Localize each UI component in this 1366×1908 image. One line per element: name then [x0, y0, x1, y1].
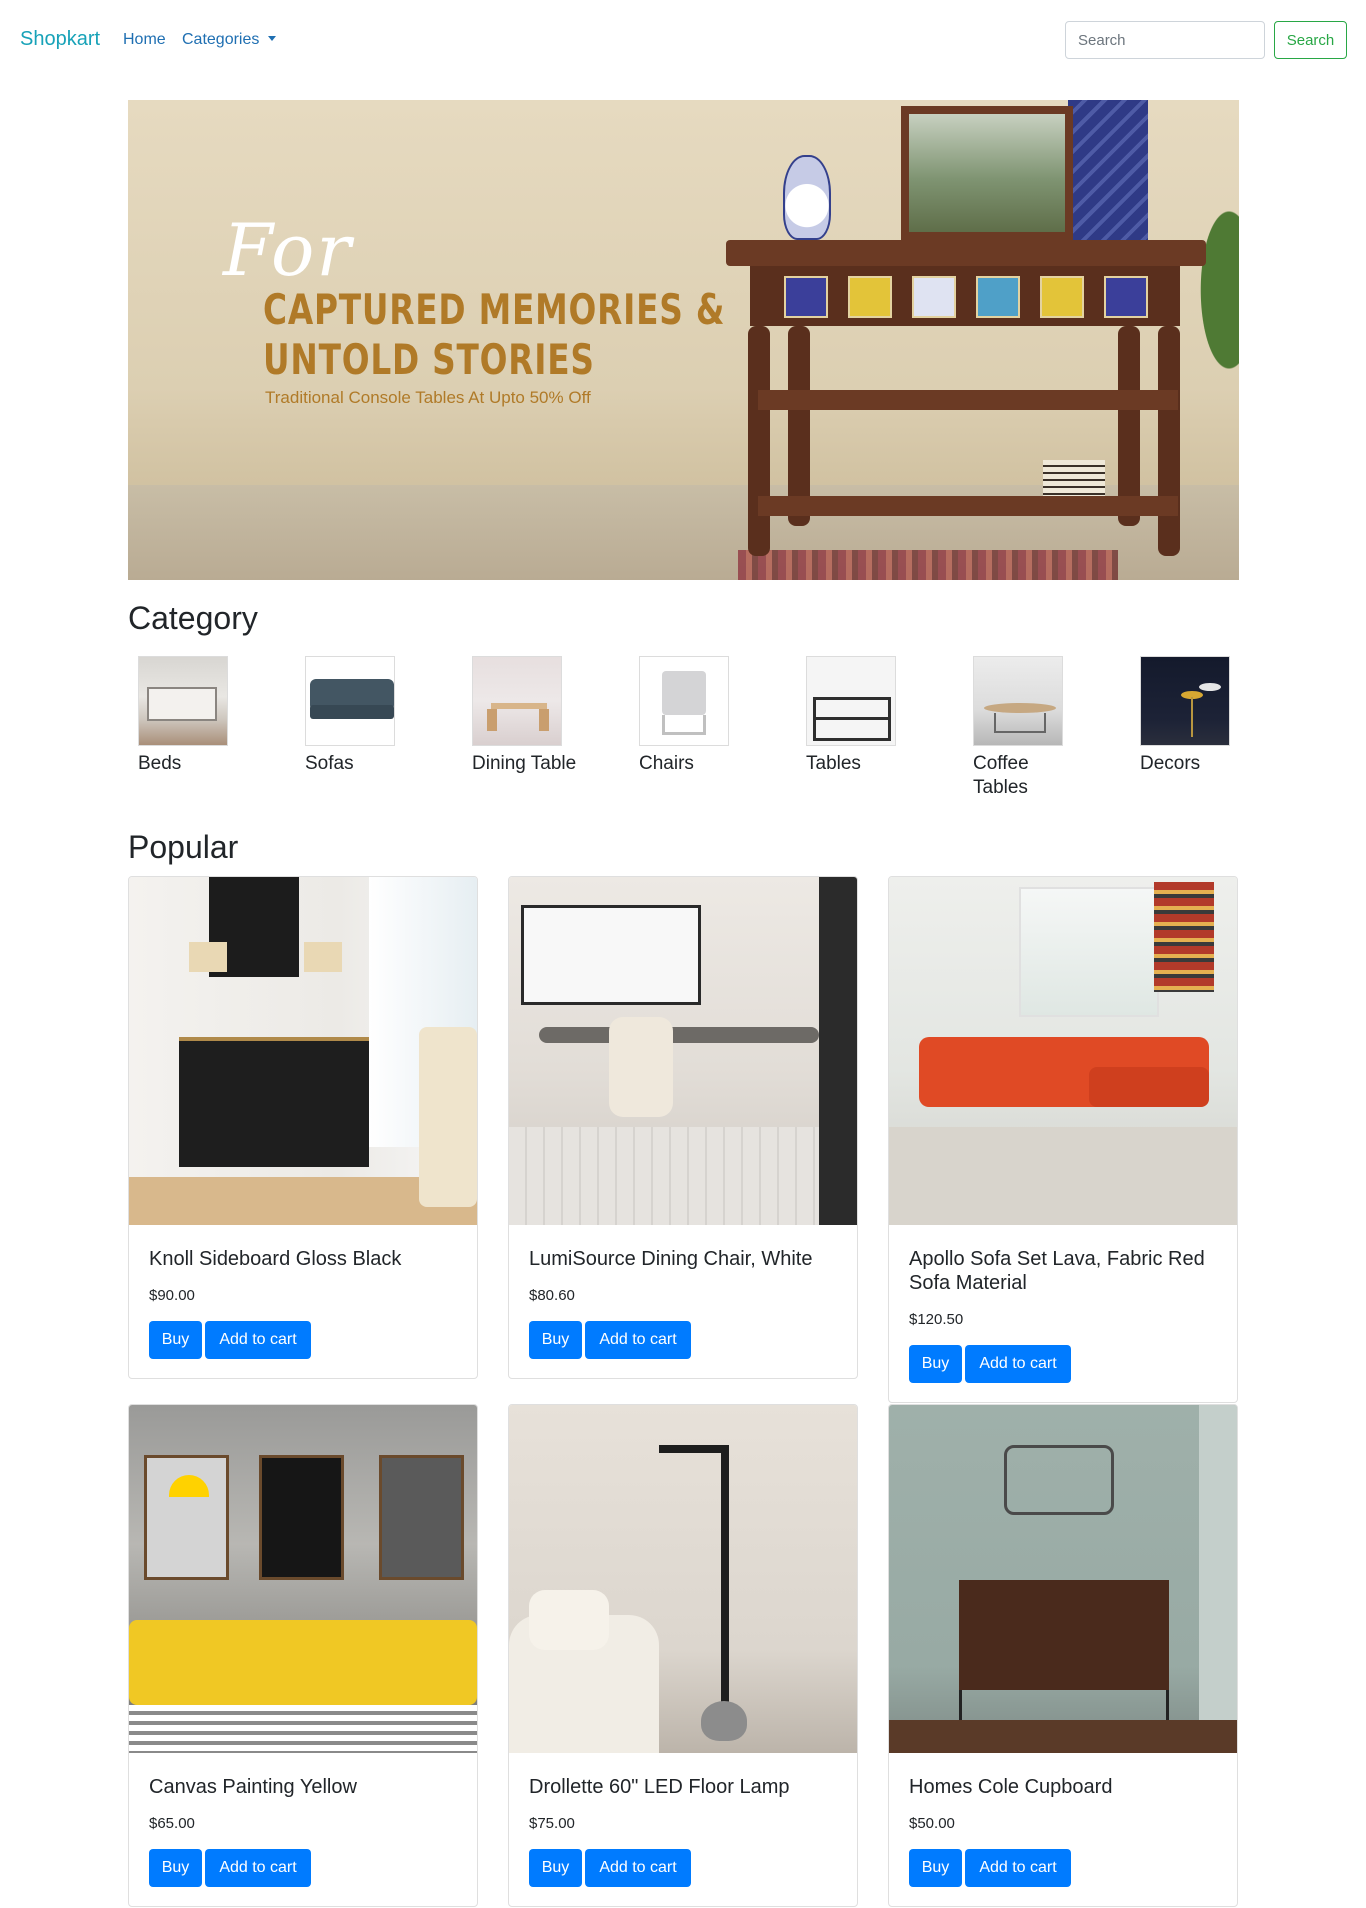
- category-item-chairs[interactable]: Chairs: [629, 656, 779, 776]
- banner-table-leg: [748, 326, 770, 556]
- category-label[interactable]: Decors: [1140, 752, 1250, 776]
- category-item-coffee-tables[interactable]: Coffee Tables: [963, 656, 1113, 800]
- navbar: Shopkart Home Categories Search: [0, 0, 1366, 80]
- nav-categories-label: Categories: [182, 31, 260, 48]
- banner-picture: [909, 114, 1065, 232]
- search-button[interactable]: Search: [1274, 21, 1347, 59]
- buy-button[interactable]: Buy: [909, 1849, 962, 1887]
- search-input[interactable]: [1065, 21, 1265, 59]
- category-label[interactable]: Coffee Tables: [973, 752, 1083, 800]
- category-image-dining-table[interactable]: [472, 656, 562, 746]
- banner-tile: [912, 276, 956, 318]
- banner-table-shelf: [758, 390, 1178, 410]
- product-title: Apollo Sofa Set Lava, Fabric Red Sofa Ma…: [909, 1248, 1205, 1294]
- add-to-cart-button[interactable]: Add to cart: [585, 1849, 691, 1887]
- banner-wall-panel: [1068, 100, 1148, 242]
- buy-button[interactable]: Buy: [529, 1849, 582, 1887]
- product-price: $65.00: [149, 1815, 195, 1832]
- banner-tile: [976, 276, 1020, 318]
- product-image[interactable]: [889, 877, 1237, 1225]
- buy-button[interactable]: Buy: [529, 1321, 582, 1359]
- add-to-cart-button[interactable]: Add to cart: [205, 1321, 311, 1359]
- product-title: Knoll Sideboard Gloss Black: [149, 1248, 402, 1270]
- hero-banner[interactable]: For CAPTURED MEMORIES & UNTOLD STORIES T…: [128, 100, 1239, 580]
- brand-link[interactable]: Shopkart: [20, 28, 100, 51]
- product-title: LumiSource Dining Chair, White: [529, 1248, 813, 1270]
- add-to-cart-button[interactable]: Add to cart: [205, 1849, 311, 1887]
- banner-rug: [738, 550, 1118, 580]
- product-image[interactable]: [509, 877, 857, 1225]
- category-item-tables[interactable]: Tables: [796, 656, 946, 776]
- category-image-sofas[interactable]: [305, 656, 395, 746]
- add-to-cart-button[interactable]: Add to cart: [585, 1321, 691, 1359]
- banner-headline-2: UNTOLD STORIES: [263, 335, 595, 384]
- product-title: Drollette 60" LED Floor Lamp: [529, 1776, 790, 1798]
- banner-subline: Traditional Console Tables At Upto 50% O…: [265, 388, 591, 407]
- banner-tile: [784, 276, 828, 318]
- product-image[interactable]: [889, 1405, 1237, 1753]
- product-title: Canvas Painting Yellow: [149, 1776, 357, 1798]
- category-image-beds[interactable]: [138, 656, 228, 746]
- add-to-cart-button[interactable]: Add to cart: [965, 1849, 1071, 1887]
- category-item-decors[interactable]: Decors: [1130, 656, 1280, 776]
- nav-home-link[interactable]: Home: [123, 31, 166, 49]
- banner-table-leg: [1158, 326, 1180, 556]
- product-card: Canvas Painting Yellow $65.00 Buy Add to…: [128, 1404, 478, 1907]
- product-image[interactable]: [509, 1405, 857, 1753]
- product-price: $50.00: [909, 1815, 955, 1832]
- category-label[interactable]: Chairs: [639, 752, 749, 776]
- banner-plant: [1193, 190, 1239, 390]
- category-label[interactable]: Tables: [806, 752, 916, 776]
- category-label[interactable]: Sofas: [305, 752, 415, 776]
- category-item-beds[interactable]: Beds: [128, 656, 278, 776]
- popular-heading: Popular: [128, 829, 239, 865]
- buy-button[interactable]: Buy: [909, 1345, 962, 1383]
- banner-table-top: [726, 240, 1206, 266]
- product-price: $80.60: [529, 1287, 575, 1304]
- category-heading: Category: [128, 600, 258, 636]
- product-card: Drollette 60" LED Floor Lamp $75.00 Buy …: [508, 1404, 858, 1907]
- banner-script-text: For: [223, 208, 353, 292]
- category-label[interactable]: Beds: [138, 752, 248, 776]
- banner-headline-1: CAPTURED MEMORIES &: [263, 285, 726, 334]
- product-card: Homes Cole Cupboard $50.00 Buy Add to ca…: [888, 1404, 1238, 1907]
- banner-table-shelf: [758, 496, 1178, 516]
- product-image[interactable]: [129, 877, 477, 1225]
- product-card: LumiSource Dining Chair, White $80.60 Bu…: [508, 876, 858, 1379]
- product-image[interactable]: [129, 1405, 477, 1753]
- category-image-chairs[interactable]: [639, 656, 729, 746]
- add-to-cart-button[interactable]: Add to cart: [965, 1345, 1071, 1383]
- category-image-coffee-tables[interactable]: [973, 656, 1063, 746]
- category-image-tables[interactable]: [806, 656, 896, 746]
- nav-categories-dropdown[interactable]: Categories: [182, 31, 277, 49]
- product-price: $90.00: [149, 1287, 195, 1304]
- category-image-decors[interactable]: [1140, 656, 1230, 746]
- caret-down-icon: [268, 36, 277, 41]
- product-title: Homes Cole Cupboard: [909, 1776, 1113, 1798]
- product-price: $75.00: [529, 1815, 575, 1832]
- product-card: Knoll Sideboard Gloss Black $90.00 Buy A…: [128, 876, 478, 1379]
- banner-tile: [1104, 276, 1148, 318]
- banner-books: [1043, 460, 1105, 496]
- category-item-dining-table[interactable]: Dining Table: [462, 656, 612, 776]
- product-price: $120.50: [909, 1311, 964, 1328]
- banner-tile: [848, 276, 892, 318]
- category-label[interactable]: Dining Table: [472, 752, 582, 776]
- banner-vase: [783, 155, 831, 240]
- buy-button[interactable]: Buy: [149, 1849, 202, 1887]
- banner-tile: [1040, 276, 1084, 318]
- category-item-sofas[interactable]: Sofas: [295, 656, 445, 776]
- buy-button[interactable]: Buy: [149, 1321, 202, 1359]
- product-card: Apollo Sofa Set Lava, Fabric Red Sofa Ma…: [888, 876, 1238, 1403]
